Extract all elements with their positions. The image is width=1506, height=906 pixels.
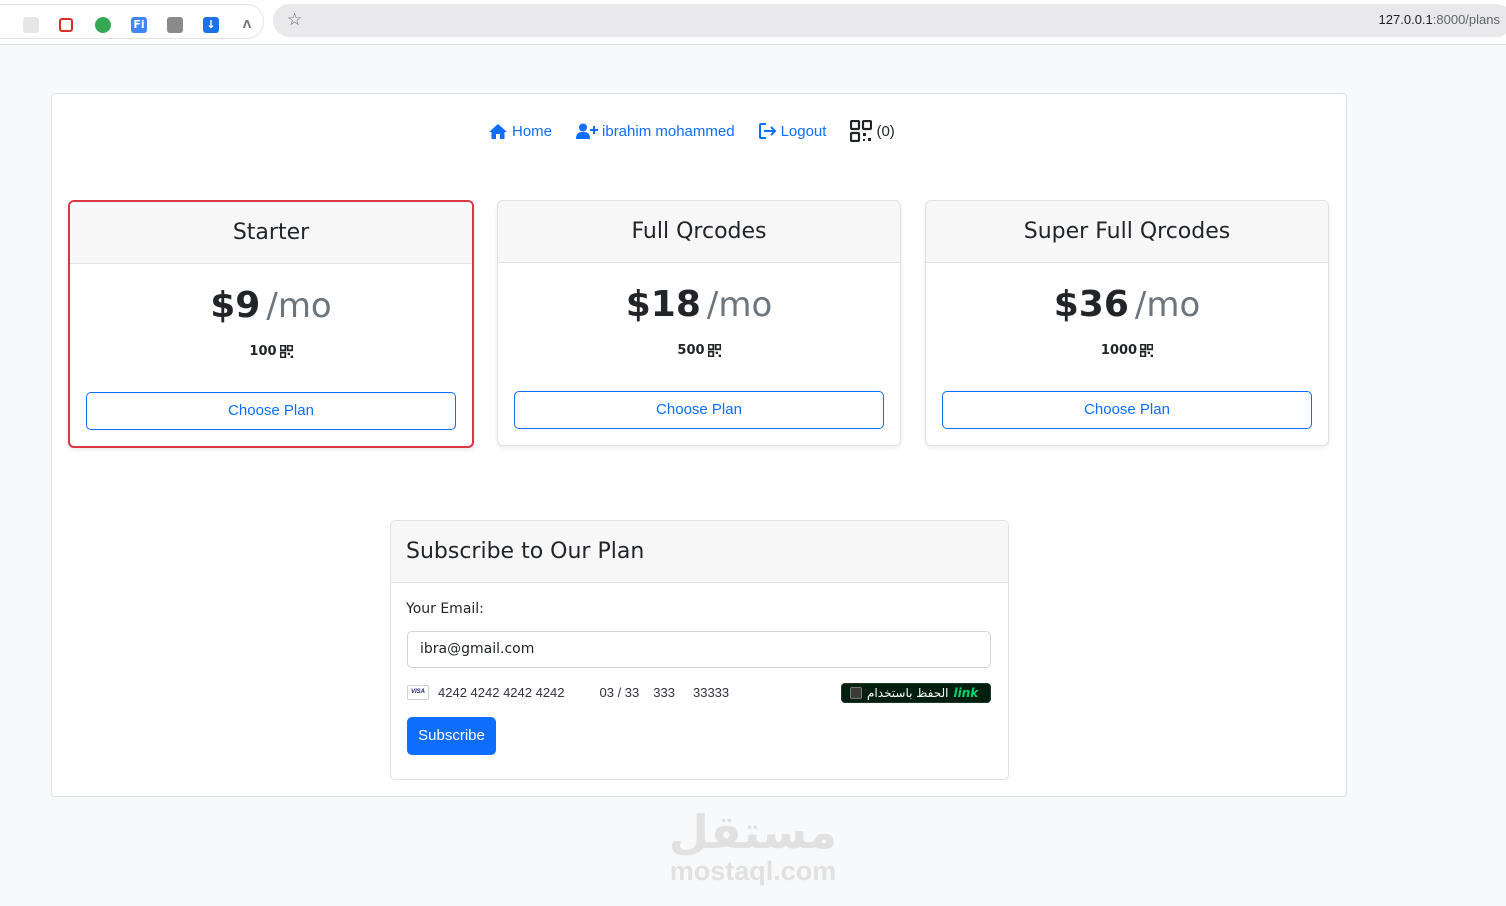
nav-logout-label: Logout: [780, 122, 827, 140]
plan-card-full: Full Qrcodes $18/mo 500 Choose Plan: [497, 200, 901, 446]
watermark-arabic: مستقل: [668, 805, 838, 859]
nav-logout-link[interactable]: Logout: [758, 122, 827, 140]
qrcode-icon: [850, 120, 873, 142]
email-field[interactable]: ibra@gmail.com: [407, 631, 991, 668]
top-nav: Home ibrahim mohammed Logout (0): [488, 120, 895, 142]
logout-icon: [758, 123, 776, 139]
plan-card-super-full: Super Full Qrcodes $36/mo 1000 Choose Pl…: [925, 200, 1329, 446]
email-label: Your Email:: [406, 601, 484, 617]
plan-name: Super Full Qrcodes: [926, 201, 1328, 263]
browser-toolbar: Fi ↓ Λ ☆ 127.0.0.1:8000/plans: [0, 0, 1506, 45]
choose-plan-button[interactable]: Choose Plan: [86, 392, 456, 430]
plan-price: $18/mo: [625, 284, 773, 325]
extension-a-icon[interactable]: Λ: [239, 17, 255, 33]
visa-icon: VISA: [407, 685, 429, 700]
nav-user-label: ibrahim mohammed: [602, 122, 735, 140]
card-number[interactable]: 4242 4242 4242 4242: [438, 685, 565, 700]
main-container: Home ibrahim mohammed Logout (0) Starter…: [51, 93, 1347, 797]
subscribe-button[interactable]: Subscribe: [407, 717, 496, 755]
home-icon: [489, 123, 507, 139]
plan-quantity: 500: [498, 342, 900, 358]
bookmark-star-icon[interactable]: ☆: [287, 10, 302, 30]
user-plus-icon: [576, 123, 599, 139]
plan-quantity: 1000: [926, 342, 1328, 358]
plan-price: $9/mo: [210, 285, 332, 326]
card-expiry[interactable]: 03 / 33: [600, 685, 640, 700]
subscribe-card: Subscribe to Our Plan Your Email: ibra@g…: [390, 520, 1009, 780]
link-save-toggle[interactable]: الحفظ باستخدام link: [841, 683, 991, 703]
link-checkbox[interactable]: [850, 687, 862, 699]
url-text[interactable]: 127.0.0.1:8000/plans: [1379, 12, 1500, 27]
qrcode-icon: [707, 343, 721, 357]
plan-price: $36/mo: [1053, 284, 1201, 325]
nav-home-label: Home: [512, 122, 553, 140]
card-zip[interactable]: 33333: [693, 685, 729, 700]
extension-globe-icon[interactable]: [95, 17, 111, 33]
watermark-latin: mostaql.com: [669, 856, 837, 886]
extension-grid-icon[interactable]: [23, 17, 39, 33]
plan-card-starter: Starter $9/mo 100 Choose Plan: [68, 200, 474, 448]
link-brand: link: [953, 686, 979, 700]
qrcode-icon: [279, 344, 293, 358]
extensions-bar: Fi ↓ Λ: [0, 4, 264, 39]
choose-plan-button[interactable]: Choose Plan: [514, 391, 884, 429]
nav-user-link[interactable]: ibrahim mohammed: [576, 123, 735, 140]
qrcode-icon: [1140, 343, 1154, 357]
subscribe-title: Subscribe to Our Plan: [391, 521, 1008, 583]
qr-count: (0): [876, 122, 895, 140]
plan-quantity: 100: [70, 343, 472, 359]
card-cvc[interactable]: 333: [653, 685, 675, 700]
link-save-text: الحفظ باستخدام: [867, 686, 949, 700]
nav-qr-cart[interactable]: (0): [850, 120, 895, 142]
nav-home-link[interactable]: Home: [488, 123, 552, 140]
extension-pocket-icon[interactable]: [59, 18, 73, 32]
choose-plan-button[interactable]: Choose Plan: [942, 391, 1312, 429]
card-input[interactable]: VISA 4242 4242 4242 4242 03 / 33 333 333…: [407, 685, 729, 700]
extension-camera-icon[interactable]: [167, 17, 183, 33]
extension-fi-icon[interactable]: Fi: [131, 17, 147, 33]
plan-name: Full Qrcodes: [498, 201, 900, 263]
extension-download-icon[interactable]: ↓: [203, 17, 219, 33]
plan-name: Starter: [70, 202, 472, 264]
address-bar[interactable]: [273, 4, 1506, 37]
